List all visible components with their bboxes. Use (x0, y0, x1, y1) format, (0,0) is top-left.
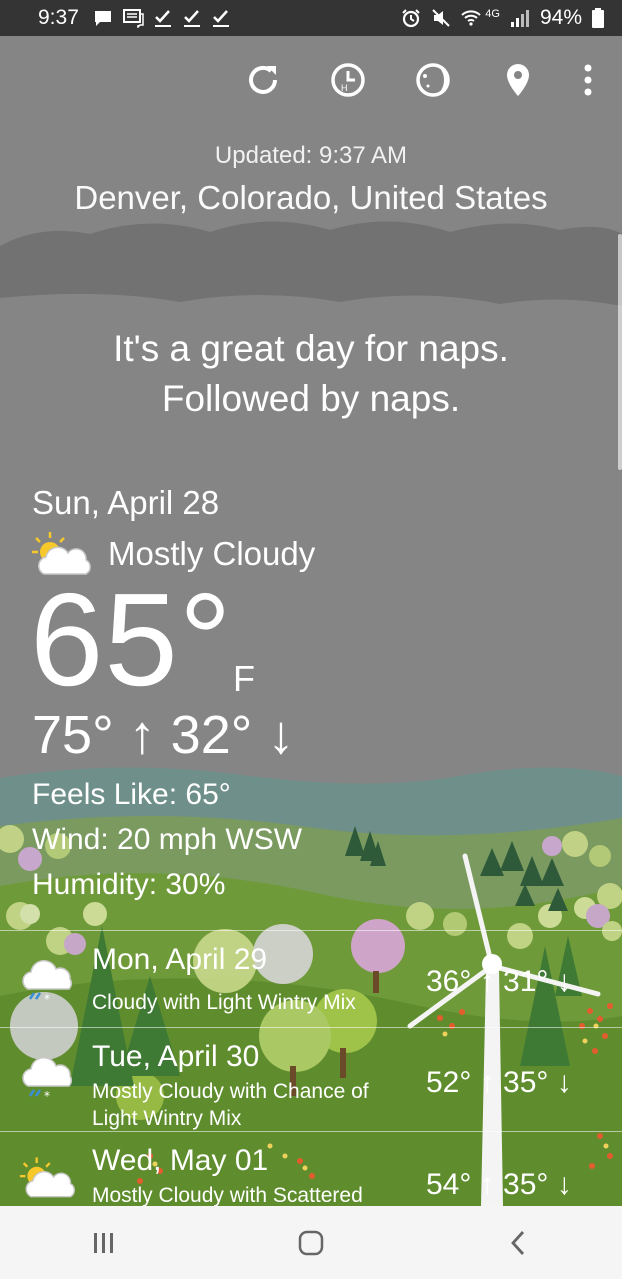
chat-icon (122, 9, 144, 28)
history-button[interactable]: H (326, 58, 370, 102)
location-button[interactable] (496, 58, 540, 102)
svg-text:H: H (341, 83, 348, 93)
forecast-row[interactable]: * Tue, April 30 Mostly Cloudy with Chanc… (0, 1027, 622, 1130)
system-icons: 4G 94% (401, 6, 604, 30)
battery-icon (592, 8, 604, 28)
forecast-description: Cloudy with Light Wintry Mix (92, 991, 356, 1014)
tagline-line-1: It's a great day for naps. (113, 328, 509, 369)
battery-percent: 94% (539, 6, 582, 29)
system-nav-bar (0, 1206, 622, 1279)
alarm-icon (402, 9, 420, 28)
back-button[interactable] (478, 1213, 558, 1273)
scrollbar[interactable] (618, 234, 622, 470)
forecast-description: Mostly Cloudy with Chance of Light Wintr… (92, 1080, 369, 1130)
current-date: Sun, April 28 (32, 484, 220, 521)
feels-like: Feels Like: 65° (32, 778, 231, 811)
forecast-row[interactable]: * Mon, April 29 Cloudy with Light Wintry… (0, 930, 622, 1032)
wintry-mix-icon: * (22, 960, 73, 1006)
current-temperature: 65° (30, 566, 233, 713)
check-icon (154, 10, 171, 27)
home-button[interactable] (271, 1213, 351, 1273)
partly-cloudy-icon (19, 1157, 75, 1198)
forecast-description: Mostly Cloudy with Scattered (92, 1184, 363, 1206)
mute-icon (432, 9, 450, 27)
tagline: It's a great day for naps. Followed by n… (0, 324, 622, 424)
message-icon (94, 11, 111, 26)
forecast-row[interactable]: Wed, May 01 Mostly Cloudy with Scattered… (0, 1131, 622, 1206)
weather-app: H Updated: 9:37 AM Denver, Colorado, Uni… (0, 36, 622, 1206)
more-options-button[interactable] (566, 58, 610, 102)
history-icon: H (331, 63, 365, 97)
recent-apps-icon (93, 1232, 113, 1253)
refresh-button[interactable] (241, 58, 285, 102)
toolbar: H (0, 36, 622, 122)
humidity: Humidity: 30% (32, 868, 226, 901)
forecast-day: Mon, April 29 (92, 943, 268, 976)
moon-phase-icon (416, 63, 450, 97)
moon-phase-button[interactable] (411, 58, 455, 102)
wind: Wind: 20 mph WSW (32, 823, 303, 856)
notification-icons (93, 8, 231, 28)
high-low-temperature: 75° ↑ 32° ↓ (32, 705, 295, 765)
forecast-temps: 52° ↑ 35° ↓ (426, 1066, 572, 1099)
refresh-icon (249, 65, 277, 94)
forecast-day: Wed, May 01 (92, 1144, 269, 1177)
status-time: 9:37 (38, 6, 79, 29)
check-icon (183, 10, 200, 27)
svg-text:*: * (44, 992, 50, 1006)
more-vert-icon (584, 64, 592, 96)
svg-text:*: * (44, 1089, 50, 1103)
check-icon (212, 10, 229, 27)
forecast-temps: 36° ↑ 31° ↓ (426, 965, 572, 998)
wintry-mix-icon: * (22, 1057, 73, 1103)
back-icon (511, 1230, 525, 1255)
tagline-line-2: Followed by naps. (161, 378, 461, 419)
network-type: 4G (485, 8, 500, 20)
home-icon (298, 1230, 324, 1255)
forecast-day: Tue, April 30 (92, 1040, 260, 1073)
last-updated: Updated: 9:37 AM (214, 142, 408, 169)
status-bar: 9:37 4G 94% (0, 0, 622, 36)
recent-apps-button[interactable] (64, 1213, 144, 1273)
location-name[interactable]: Denver, Colorado, United States (0, 179, 622, 217)
signal-icon (510, 10, 529, 27)
temperature-unit[interactable]: F (233, 658, 255, 700)
forecast-temps: 54° ↑ 35° ↓ (426, 1168, 572, 1201)
wifi-icon (461, 10, 481, 26)
location-pin-icon (507, 64, 529, 96)
